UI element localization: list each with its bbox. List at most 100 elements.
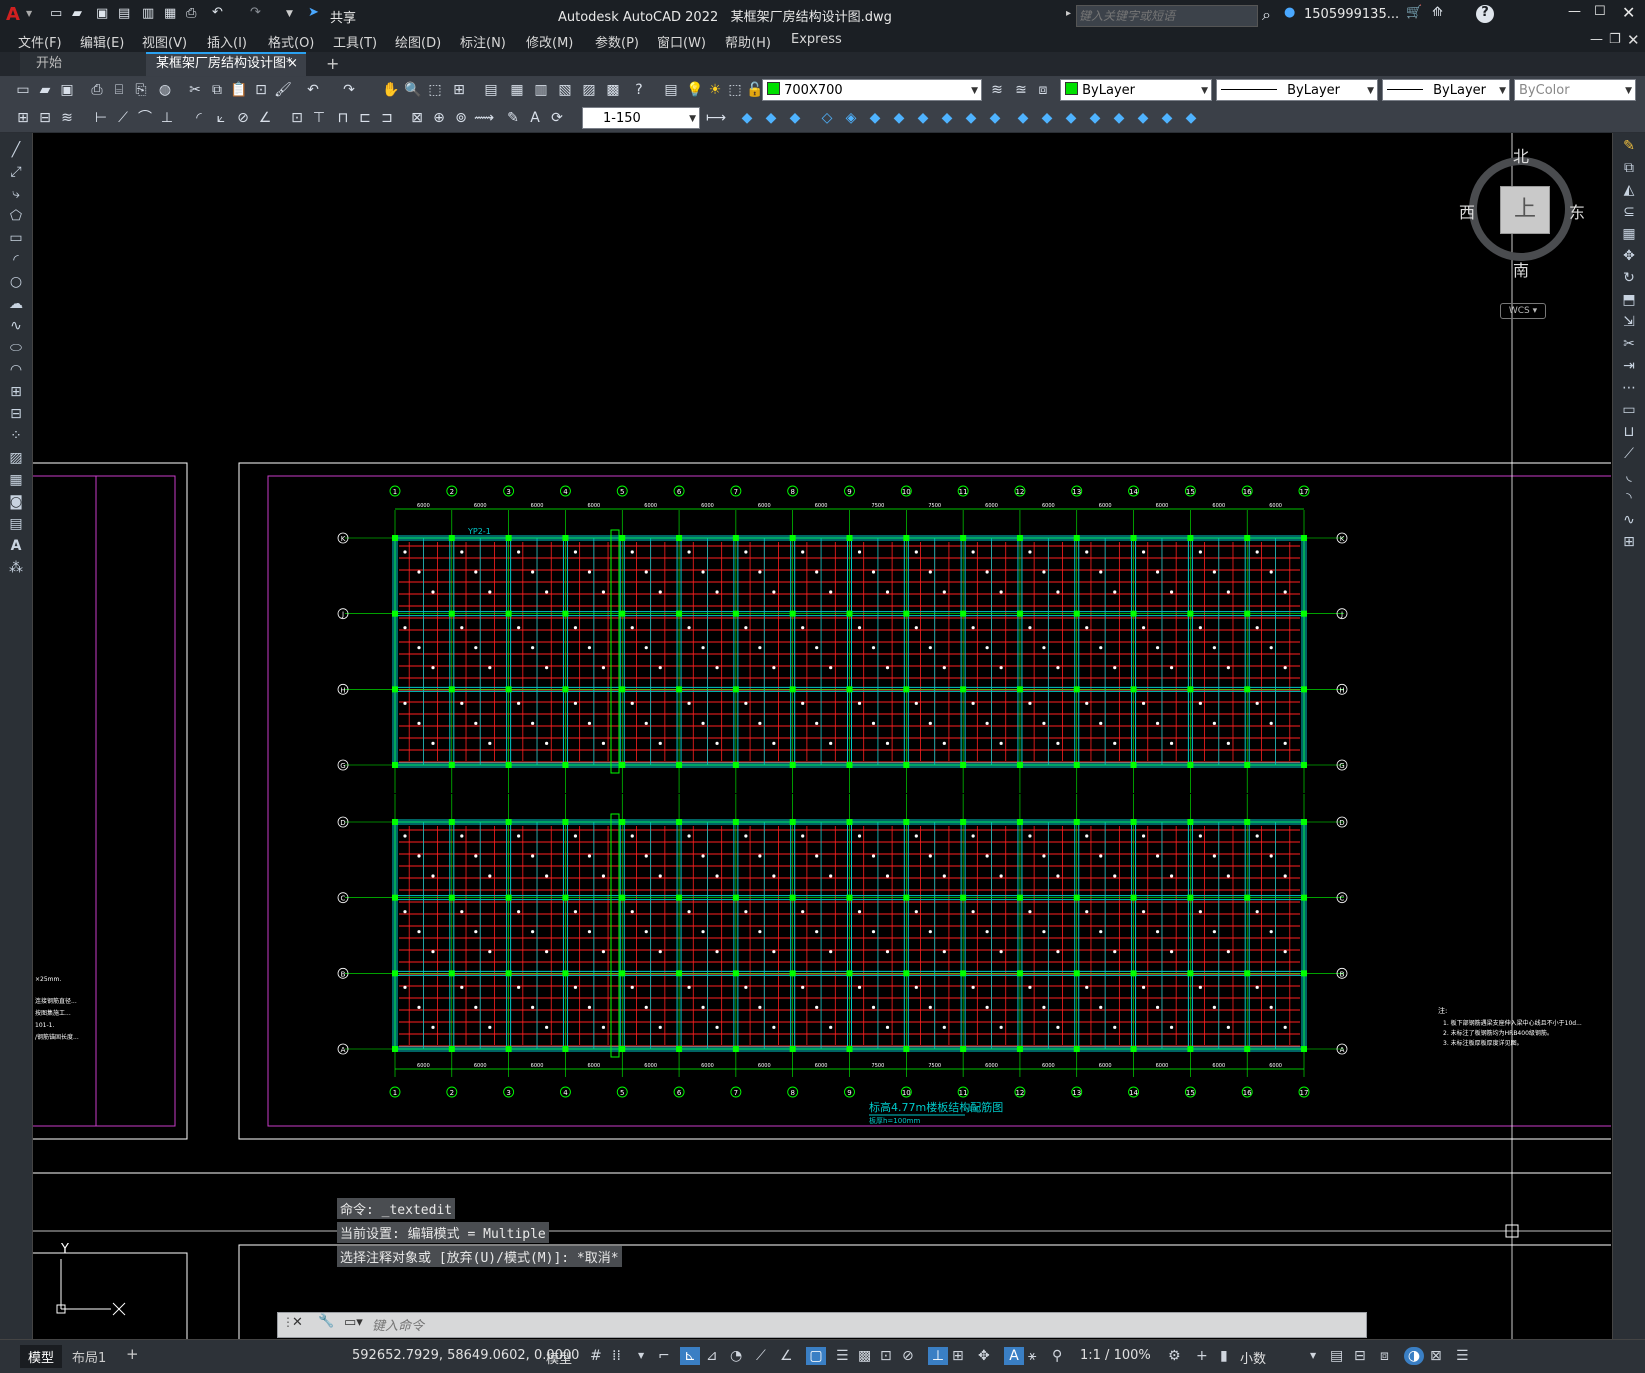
polar-tracking-icon[interactable]: ◔ (730, 1347, 742, 1365)
save-icon[interactable]: ▣ (96, 6, 108, 21)
user-name[interactable]: 1505999135... (1304, 7, 1399, 22)
insert-block-icon[interactable]: ⊞ (14, 109, 32, 127)
break-icon[interactable]: ▭ (1620, 401, 1638, 419)
viewcube[interactable]: 上 北 南 西 东 (1459, 147, 1585, 280)
dim-style-icon[interactable]: ⟼ (706, 109, 726, 127)
mirror-icon[interactable]: ◆ (786, 109, 804, 127)
menu-dimension[interactable]: 标注(N) (460, 32, 506, 51)
tab-close-icon[interactable]: × (287, 54, 298, 74)
blend-curves-icon[interactable]: ◝ (1620, 489, 1638, 507)
share-button[interactable]: 共享 (330, 7, 356, 26)
undo-icon[interactable]: ↶ (212, 5, 223, 20)
menu-tools[interactable]: 工具(T) (333, 32, 377, 51)
tab-start[interactable]: 开始 (20, 52, 150, 76)
viewcube-west[interactable]: 西 (1459, 199, 1475, 223)
search-expand-icon[interactable]: ▸ (1066, 8, 1071, 19)
layer-properties-icon[interactable]: ▤ (662, 81, 680, 99)
explode-icon[interactable]: ◆ (1134, 109, 1152, 127)
rotate-icon[interactable]: ◆ (890, 109, 908, 127)
menu-window[interactable]: 窗口(W) (657, 32, 706, 51)
table-icon[interactable]: ▤ (7, 515, 25, 533)
close-icon[interactable]: ✕ (292, 1315, 303, 1330)
saveas-icon[interactable]: ▤ (118, 6, 130, 21)
units-icon[interactable]: ▮ (1220, 1347, 1228, 1365)
redo-icon[interactable]: ↷ (250, 5, 261, 20)
plot-icon[interactable]: ⎙ (186, 6, 196, 21)
doc-minimize-button[interactable]: — (1590, 32, 1603, 47)
offset-icon[interactable]: ◇ (818, 109, 836, 127)
add-layout-button[interactable]: + (126, 1345, 139, 1363)
undo-icon[interactable]: ↶ (304, 81, 322, 99)
circle-icon[interactable]: ○ (7, 273, 25, 291)
properties-icon[interactable]: ▤ (482, 81, 500, 99)
viewcube-north[interactable]: 北 (1513, 143, 1529, 167)
dim-aligned-icon[interactable]: ⟋ (114, 109, 132, 127)
help-icon[interactable]: ? (630, 81, 648, 99)
doc-close-button[interactable]: ✕ (1627, 31, 1640, 49)
stretch-icon[interactable]: ⇲ (1620, 313, 1638, 331)
array-icon[interactable]: ▦ (1620, 225, 1638, 243)
sheet-set-icon[interactable]: ▧ (556, 81, 574, 99)
annotation-monitor-icon[interactable]: + (1196, 1347, 1208, 1365)
splinedit-icon[interactable]: ◆ (1182, 109, 1200, 127)
layer-on-icon[interactable]: 💡 (686, 81, 704, 99)
menu-help[interactable]: 帮助(H) (725, 32, 771, 51)
array-icon[interactable]: ◈ (842, 109, 860, 127)
dim-radius-icon[interactable]: ◜ (190, 109, 208, 127)
polygon-icon[interactable]: ⬠ (7, 207, 25, 225)
extend-icon[interactable]: ◆ (986, 109, 1004, 127)
cut-icon[interactable]: ✂ (186, 81, 204, 99)
publish-icon[interactable]: ⎘ (132, 81, 150, 99)
tool-palettes-icon[interactable]: ▥ (532, 81, 550, 99)
command-input[interactable] (370, 1315, 1354, 1335)
units-value[interactable]: 小数 (1240, 1348, 1266, 1367)
dim-ordinate-icon[interactable]: ⊥ (158, 109, 176, 127)
menu-modify[interactable]: 修改(M) (526, 32, 573, 51)
snap-icon[interactable]: ⁞⁞ (612, 1347, 621, 1365)
add-selected-icon[interactable]: ⁂ (7, 559, 25, 577)
doc-restore-button[interactable]: ❐ (1609, 32, 1621, 47)
markup-icon[interactable]: ▨ (580, 81, 598, 99)
viewcube-east[interactable]: 东 (1569, 199, 1585, 223)
color-combo[interactable]: ByLayer ▼ (1060, 79, 1212, 101)
qat-dropdown-icon[interactable]: ▼ (286, 9, 293, 19)
transparency-icon[interactable]: ▩ (858, 1347, 871, 1365)
open-icon[interactable]: ▰ (36, 81, 54, 99)
insert-block-icon[interactable]: ⊞ (7, 383, 25, 401)
region-icon[interactable]: ◙ (7, 493, 25, 511)
auto-scale-icon[interactable]: ⚹ (1028, 1347, 1036, 1365)
gizmo-icon[interactable]: ✥ (978, 1347, 990, 1365)
dynamic-input-icon[interactable]: ⊿ (706, 1347, 718, 1365)
annotation-scale-icon[interactable]: ⚲ (1052, 1347, 1062, 1365)
command-prompt-icon[interactable]: ▭▾ (344, 1315, 363, 1330)
publish-icon[interactable]: ▦ (164, 6, 176, 21)
design-center-icon[interactable]: ▦ (508, 81, 526, 99)
lock-ui-icon[interactable]: ⊟ (1354, 1347, 1366, 1365)
new-tab-button[interactable]: + (326, 54, 339, 73)
selection-cycling-icon[interactable]: ⊡ (880, 1347, 892, 1365)
user-icon[interactable]: ● (1284, 5, 1295, 20)
dim-text-edit-icon[interactable]: A (526, 109, 544, 127)
trim-icon[interactable]: ◆ (962, 109, 980, 127)
stretch-icon[interactable]: ◆ (938, 109, 956, 127)
dim-continue-icon[interactable]: ⊓ (334, 109, 352, 127)
break-at-point-icon[interactable]: ⋯ (1620, 379, 1638, 397)
fillet-icon[interactable]: ◆ (1086, 109, 1104, 127)
arc-icon[interactable]: ◜ (7, 251, 25, 269)
menu-file[interactable]: 文件(F) (18, 32, 62, 51)
pan-icon[interactable]: ✋ (382, 81, 400, 99)
gradient-icon[interactable]: ▦ (7, 471, 25, 489)
cart-icon[interactable]: 🛒 (1406, 5, 1422, 20)
copy-icon[interactable]: ⧉ (208, 81, 226, 99)
make-block-icon[interactable]: ⊟ (36, 109, 54, 127)
join-icon[interactable]: ◆ (1038, 109, 1056, 127)
erase-icon[interactable]: ◆ (738, 109, 756, 127)
fillet-icon[interactable]: ◟ (1620, 467, 1638, 485)
polyline-icon[interactable]: ⤷ (7, 185, 25, 203)
3d-dwf-icon[interactable]: ◍ (156, 81, 174, 99)
hardware-acceleration-icon[interactable]: ◑ (1404, 1347, 1424, 1365)
explode-icon[interactable]: ∿ (1620, 511, 1638, 529)
tab-active-drawing[interactable]: 某框架厂房结构设计图* × (146, 52, 306, 76)
blend-icon[interactable]: ◆ (1110, 109, 1128, 127)
chevron-down-icon[interactable]: ▼ (638, 1347, 644, 1365)
